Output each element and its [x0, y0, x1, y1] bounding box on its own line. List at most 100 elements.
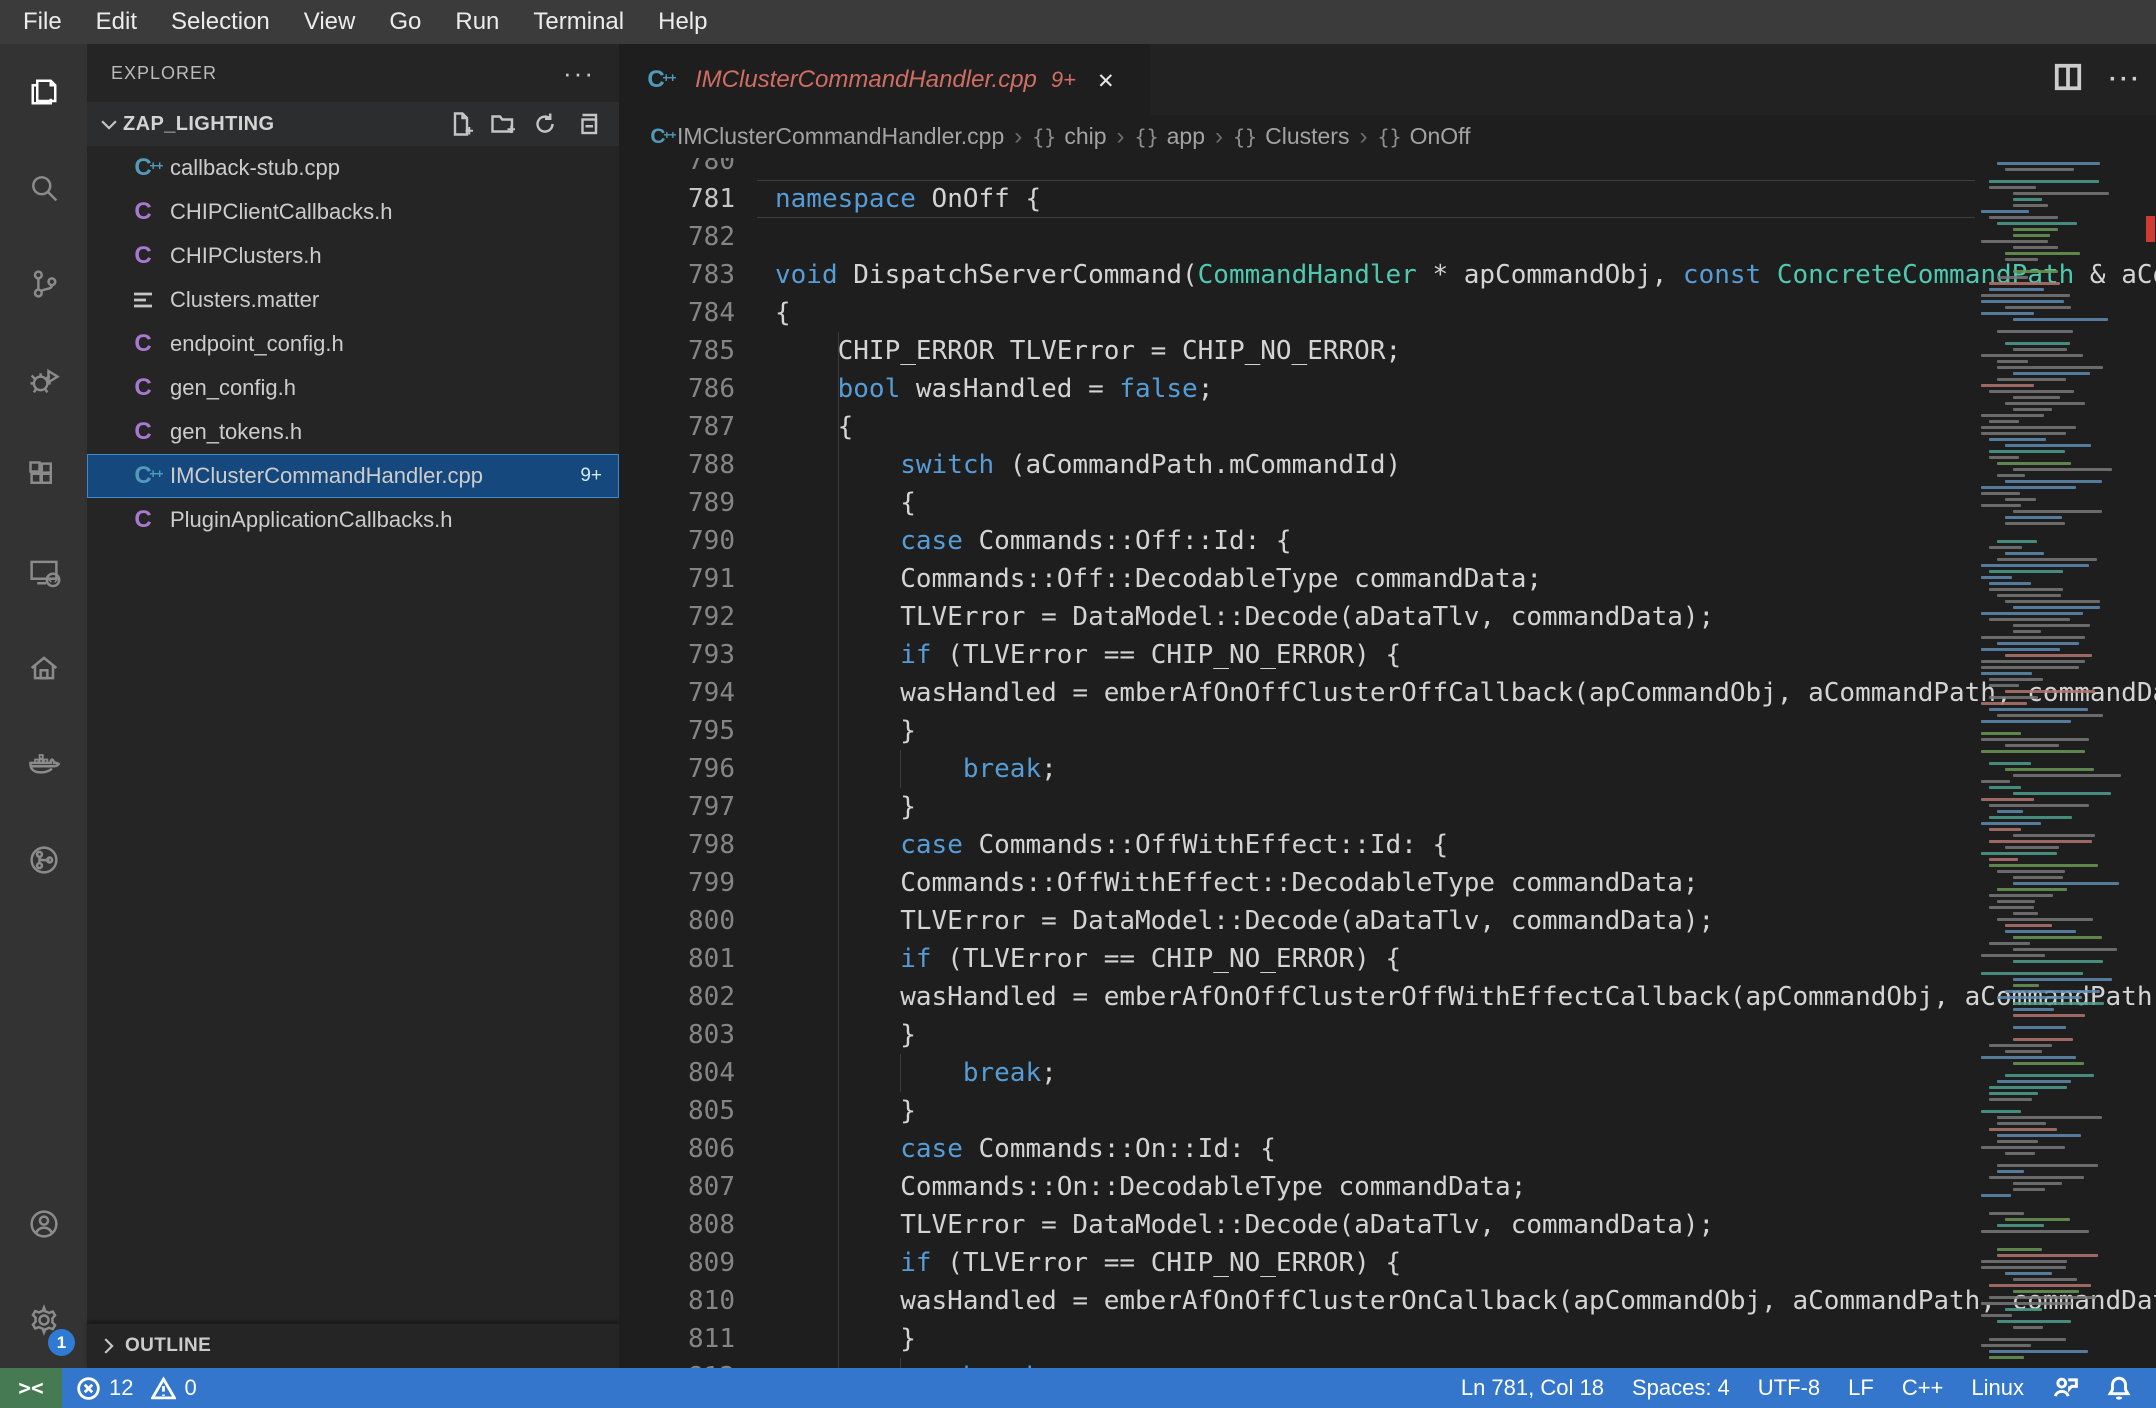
- tab-close-icon[interactable]: ✕: [1098, 65, 1114, 95]
- activity-settings-gear-icon[interactable]: 1: [0, 1272, 87, 1368]
- language-mode-status[interactable]: C++: [1888, 1368, 1958, 1408]
- activity-extensions-icon[interactable]: [0, 428, 87, 524]
- activity-docker-icon[interactable]: [0, 716, 87, 812]
- menu-run[interactable]: Run: [438, 0, 516, 44]
- minimap-line: [1981, 300, 2064, 303]
- feedback-icon[interactable]: [2038, 1368, 2092, 1408]
- breadcrumb-item-imclustercommandhandler-cpp[interactable]: IMClusterCommandHandler.cpp: [677, 123, 1004, 150]
- minimap-line: [1989, 1350, 2088, 1353]
- menu-selection[interactable]: Selection: [154, 0, 287, 44]
- file-row-endpoint-config-h[interactable]: Cendpoint_config.h: [87, 322, 619, 366]
- activity-remote-explorer-icon[interactable]: [0, 524, 87, 620]
- more-actions-icon[interactable]: ···: [2109, 66, 2142, 94]
- minimap-line: [1997, 1248, 2042, 1251]
- breadcrumb-item-chip[interactable]: chip: [1064, 123, 1106, 150]
- minimap-line: [2005, 498, 2037, 501]
- file-row-pluginapplicationcallbacks-h[interactable]: C PluginApplicationCallbacks.h: [87, 498, 619, 542]
- file-row-callback-stub-cpp[interactable]: C ++ callback-stub.cpp: [87, 146, 619, 190]
- refresh-icon[interactable]: [531, 110, 559, 138]
- menu-terminal[interactable]: Terminal: [516, 0, 641, 44]
- new-folder-icon[interactable]: [489, 110, 517, 138]
- breadcrumb: C ++ IMClusterCommandHandler.cpp › {} chip › {}…: [619, 115, 2156, 158]
- outline-section-header[interactable]: OUTLINE: [87, 1324, 619, 1368]
- code-line-808: 808 TLVError = DataModel::Decode(aDataTl…: [619, 1206, 2156, 1244]
- minimap-line: [1997, 888, 2067, 891]
- file-row-chipclusters-h[interactable]: C CHIPClusters.h: [87, 234, 619, 278]
- menu-file[interactable]: File: [6, 0, 79, 44]
- file-row-imclustercommandhandler-cpp[interactable]: C ++ IMClusterCommandHandler.cpp 9+: [87, 454, 619, 498]
- section-actions: [447, 110, 611, 138]
- activity-search-icon[interactable]: [0, 140, 87, 236]
- file-row-clusters-matter[interactable]: Clusters.matter: [87, 278, 619, 322]
- sidebar-more-actions-icon[interactable]: ···: [563, 60, 595, 86]
- tab-imclustercommandhandler[interactable]: C ++ IMClusterCommandHandler.cpp 9+ ✕: [619, 44, 1150, 115]
- activity-explorer-icon[interactable]: [0, 44, 87, 140]
- activity-home-icon[interactable]: [0, 620, 87, 716]
- minimap-line: [2005, 306, 2072, 309]
- notifications-bell-icon[interactable]: [2092, 1368, 2146, 1408]
- activity-account-icon[interactable]: [0, 1176, 87, 1272]
- minimap[interactable]: [1975, 158, 2135, 1368]
- file-row-gen-tokens-h[interactable]: Cgen_tokens.h: [87, 410, 619, 454]
- minimap-line: [1989, 420, 2019, 423]
- split-editor-icon[interactable]: [2053, 62, 2083, 97]
- file-name: gen_config.h: [170, 375, 296, 400]
- minimap-line: [2013, 1008, 2055, 1011]
- collapse-all-icon[interactable]: [573, 110, 601, 138]
- indentation-status[interactable]: Spaces: 4: [1618, 1368, 1744, 1408]
- minimap-line: [1981, 432, 2066, 435]
- code-text: }: [775, 1096, 916, 1126]
- code-editor[interactable]: 780 781 namespace OnOff {782 783 void Dispat…: [619, 158, 2156, 1368]
- activity-run-debug-icon[interactable]: [0, 332, 87, 428]
- folder-section-header[interactable]: ZAP_LIGHTING: [87, 102, 619, 146]
- file-row-chipclientcallbacks-h[interactable]: C CHIPClientCallbacks.h: [87, 190, 619, 234]
- minimap-line: [2005, 930, 2077, 933]
- minimap-line: [1989, 684, 2019, 687]
- line-number: 792: [688, 602, 735, 632]
- breadcrumb-item-clusters[interactable]: Clusters: [1265, 123, 1349, 150]
- editor-group: C ++ IMClusterCommandHandler.cpp 9+ ✕ ···…: [619, 44, 2156, 1368]
- activity-source-control-icon[interactable]: [0, 236, 87, 332]
- minimap-line: [2013, 1182, 2062, 1185]
- account-icon: [29, 1210, 58, 1238]
- menu-help[interactable]: Help: [641, 0, 724, 44]
- activity-git-graph-icon[interactable]: [0, 812, 87, 908]
- encoding-status[interactable]: UTF-8: [1744, 1368, 1834, 1408]
- minimap-line: [1989, 282, 2061, 285]
- c-header-file-icon: C: [134, 198, 152, 225]
- problems-status[interactable]: 12 0: [62, 1368, 211, 1408]
- tab-label: IMClusterCommandHandler.cpp: [695, 65, 1037, 93]
- new-file-icon[interactable]: [447, 110, 475, 138]
- eol-status[interactable]: LF: [1834, 1368, 1888, 1408]
- menu-go[interactable]: Go: [372, 0, 438, 44]
- cpp-file-icon: C ++: [650, 124, 676, 148]
- code-line-784: 784 {: [619, 294, 2156, 332]
- code-line-790: 790 case Commands::Off::Id: {: [619, 522, 2156, 560]
- line-number: 801: [688, 944, 735, 974]
- breadcrumb-separator-icon: ›: [1359, 122, 1368, 150]
- minimap-line: [2005, 990, 2100, 993]
- file-row-gen-config-h[interactable]: Cgen_config.h: [87, 366, 619, 410]
- file-name: CHIPClusters.h: [170, 243, 322, 268]
- minimap-line: [2013, 204, 2048, 207]
- menu-edit[interactable]: Edit: [79, 0, 154, 44]
- file-name: Clusters.matter: [170, 287, 320, 312]
- minimap-line: [2013, 1188, 2045, 1191]
- file-name: endpoint_config.h: [170, 331, 344, 356]
- remote-indicator[interactable]: ><: [0, 1368, 62, 1408]
- code-line-799: 799 Commands::OffWithEffect::DecodableTy…: [619, 864, 2156, 902]
- os-status[interactable]: Linux: [1957, 1368, 2038, 1408]
- cursor-position[interactable]: Ln 781, Col 18: [1447, 1368, 1618, 1408]
- menu-view[interactable]: View: [287, 0, 373, 44]
- minimap-line: [1997, 1140, 2038, 1143]
- minimap-line: [1997, 1170, 2024, 1173]
- minimap-line: [2005, 258, 2038, 261]
- breadcrumb-item-onoff[interactable]: OnOff: [1410, 123, 1471, 150]
- minimap-line: [1981, 666, 2079, 669]
- code-text: }: [775, 1324, 916, 1354]
- minimap-line: [2005, 516, 2063, 519]
- minimap-line: [2005, 1272, 2053, 1275]
- code-text: break;: [775, 1358, 1057, 1368]
- line-number: 783: [688, 260, 735, 290]
- breadcrumb-item-app[interactable]: app: [1167, 123, 1205, 150]
